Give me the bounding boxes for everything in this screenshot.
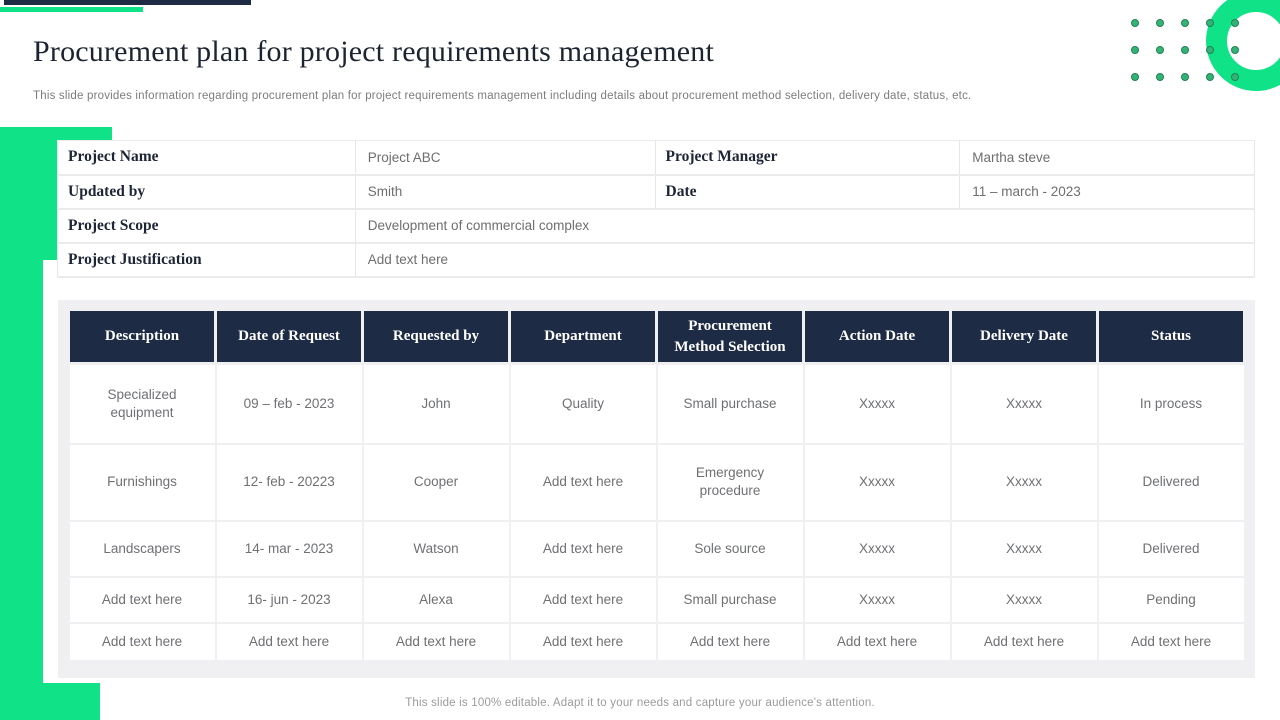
- col-header-delivery-date: Delivery Date: [951, 310, 1098, 364]
- table-cell: Add text here: [363, 623, 510, 661]
- dot-icon: [1231, 73, 1239, 81]
- table-cell: Pending: [1098, 577, 1245, 623]
- dot-icon: [1156, 19, 1164, 27]
- col-header-department: Department: [510, 310, 657, 364]
- info-value-date: 11 – march - 2023: [960, 175, 1255, 209]
- top-navy-bar: [4, 0, 251, 5]
- table-cell: Watson: [363, 521, 510, 577]
- dot-icon: [1131, 73, 1139, 81]
- table-cell: Xxxxx: [951, 577, 1098, 623]
- procurement-table: Description Date of Request Requested by…: [67, 308, 1246, 662]
- col-header-date-of-request: Date of Request: [216, 310, 363, 364]
- table-cell: Add text here: [804, 623, 951, 661]
- table-cell: Add text here: [510, 577, 657, 623]
- info-label-project-scope: Project Scope: [58, 209, 356, 243]
- table-cell: Add text here: [510, 623, 657, 661]
- table-cell: Cooper: [363, 444, 510, 521]
- table-cell: Xxxxx: [951, 364, 1098, 444]
- info-value-project-scope: Development of commercial complex: [355, 209, 1254, 243]
- info-label-project-name: Project Name: [58, 141, 356, 175]
- table-cell: Emergency procedure: [657, 444, 804, 521]
- info-value-project-name: Project ABC: [355, 141, 655, 175]
- table-cell: Furnishings: [69, 444, 216, 521]
- dot-icon: [1181, 19, 1189, 27]
- dot-icon: [1131, 46, 1139, 54]
- info-value-project-manager: Martha steve: [960, 141, 1255, 175]
- table-cell: 12- feb - 20223: [216, 444, 363, 521]
- table-row: Add text here Add text here Add text her…: [69, 623, 1245, 661]
- table-cell: John: [363, 364, 510, 444]
- table-cell: Add text here: [951, 623, 1098, 661]
- dot-icon: [1231, 19, 1239, 27]
- table-cell: Quality: [510, 364, 657, 444]
- col-header-description: Description: [69, 310, 216, 364]
- table-row: Landscapers 14- mar - 2023 Watson Add te…: [69, 521, 1245, 577]
- dot-icon: [1231, 46, 1239, 54]
- table-cell: Add text here: [1098, 623, 1245, 661]
- dot-icon: [1131, 19, 1139, 27]
- left-green-bar: [0, 127, 43, 683]
- info-row: Project Scope Development of commercial …: [58, 209, 1255, 243]
- dot-icon: [1181, 46, 1189, 54]
- table-row: Furnishings 12- feb - 20223 Cooper Add t…: [69, 444, 1245, 521]
- slide-canvas: Procurement plan for project requirement…: [0, 0, 1280, 720]
- page-title: Procurement plan for project requirement…: [33, 35, 714, 69]
- col-header-action-date: Action Date: [804, 310, 951, 364]
- table-cell: 14- mar - 2023: [216, 521, 363, 577]
- table-cell: Alexa: [363, 577, 510, 623]
- table-cell: Xxxxx: [951, 444, 1098, 521]
- table-cell: 09 – feb - 2023: [216, 364, 363, 444]
- table-header-row: Description Date of Request Requested by…: [69, 310, 1245, 364]
- table-cell: Add text here: [69, 623, 216, 661]
- info-label-project-justification: Project Justification: [58, 243, 356, 277]
- dot-icon: [1206, 19, 1214, 27]
- dot-icon: [1156, 46, 1164, 54]
- info-label-date: Date: [655, 175, 960, 209]
- info-row: Project Name Project ABC Project Manager…: [58, 141, 1255, 175]
- table-cell: Delivered: [1098, 521, 1245, 577]
- col-header-status: Status: [1098, 310, 1245, 364]
- dot-icon: [1206, 46, 1214, 54]
- info-value-project-justification: Add text here: [355, 243, 1254, 277]
- dot-icon: [1206, 73, 1214, 81]
- procurement-table-panel: Description Date of Request Requested by…: [58, 300, 1255, 678]
- project-info-table: Project Name Project ABC Project Manager…: [57, 140, 1255, 278]
- info-row: Updated by Smith Date 11 – march - 2023: [58, 175, 1255, 209]
- table-cell: Specialized equipment: [69, 364, 216, 444]
- table-cell: Landscapers: [69, 521, 216, 577]
- info-label-updated-by: Updated by: [58, 175, 356, 209]
- table-cell: Xxxxx: [804, 521, 951, 577]
- col-header-procurement-method: Procurement Method Selection: [657, 310, 804, 364]
- info-label-project-manager: Project Manager: [655, 141, 960, 175]
- table-cell: Sole source: [657, 521, 804, 577]
- editable-note: This slide is 100% editable. Adapt it to…: [0, 697, 1280, 709]
- table-cell: In process: [1098, 364, 1245, 444]
- table-cell: Delivered: [1098, 444, 1245, 521]
- page-subtitle: This slide provides information regardin…: [33, 90, 971, 102]
- table-row: Add text here 16- jun - 2023 Alexa Add t…: [69, 577, 1245, 623]
- dots-grid-icon: [1128, 16, 1248, 91]
- table-cell: Xxxxx: [951, 521, 1098, 577]
- top-green-bar: [0, 7, 143, 12]
- table-cell: Add text here: [657, 623, 804, 661]
- table-cell: Add text here: [510, 521, 657, 577]
- table-cell: Small purchase: [657, 577, 804, 623]
- table-cell: Add text here: [510, 444, 657, 521]
- table-cell: 16- jun - 2023: [216, 577, 363, 623]
- table-cell: Xxxxx: [804, 444, 951, 521]
- info-row: Project Justification Add text here: [58, 243, 1255, 277]
- col-header-requested-by: Requested by: [363, 310, 510, 364]
- dot-icon: [1181, 73, 1189, 81]
- table-cell: Xxxxx: [804, 364, 951, 444]
- table-cell: Add text here: [216, 623, 363, 661]
- table-cell: Add text here: [69, 577, 216, 623]
- info-value-updated-by: Smith: [355, 175, 655, 209]
- table-row: Specialized equipment 09 – feb - 2023 Jo…: [69, 364, 1245, 444]
- dot-icon: [1156, 73, 1164, 81]
- table-cell: Xxxxx: [804, 577, 951, 623]
- table-cell: Small purchase: [657, 364, 804, 444]
